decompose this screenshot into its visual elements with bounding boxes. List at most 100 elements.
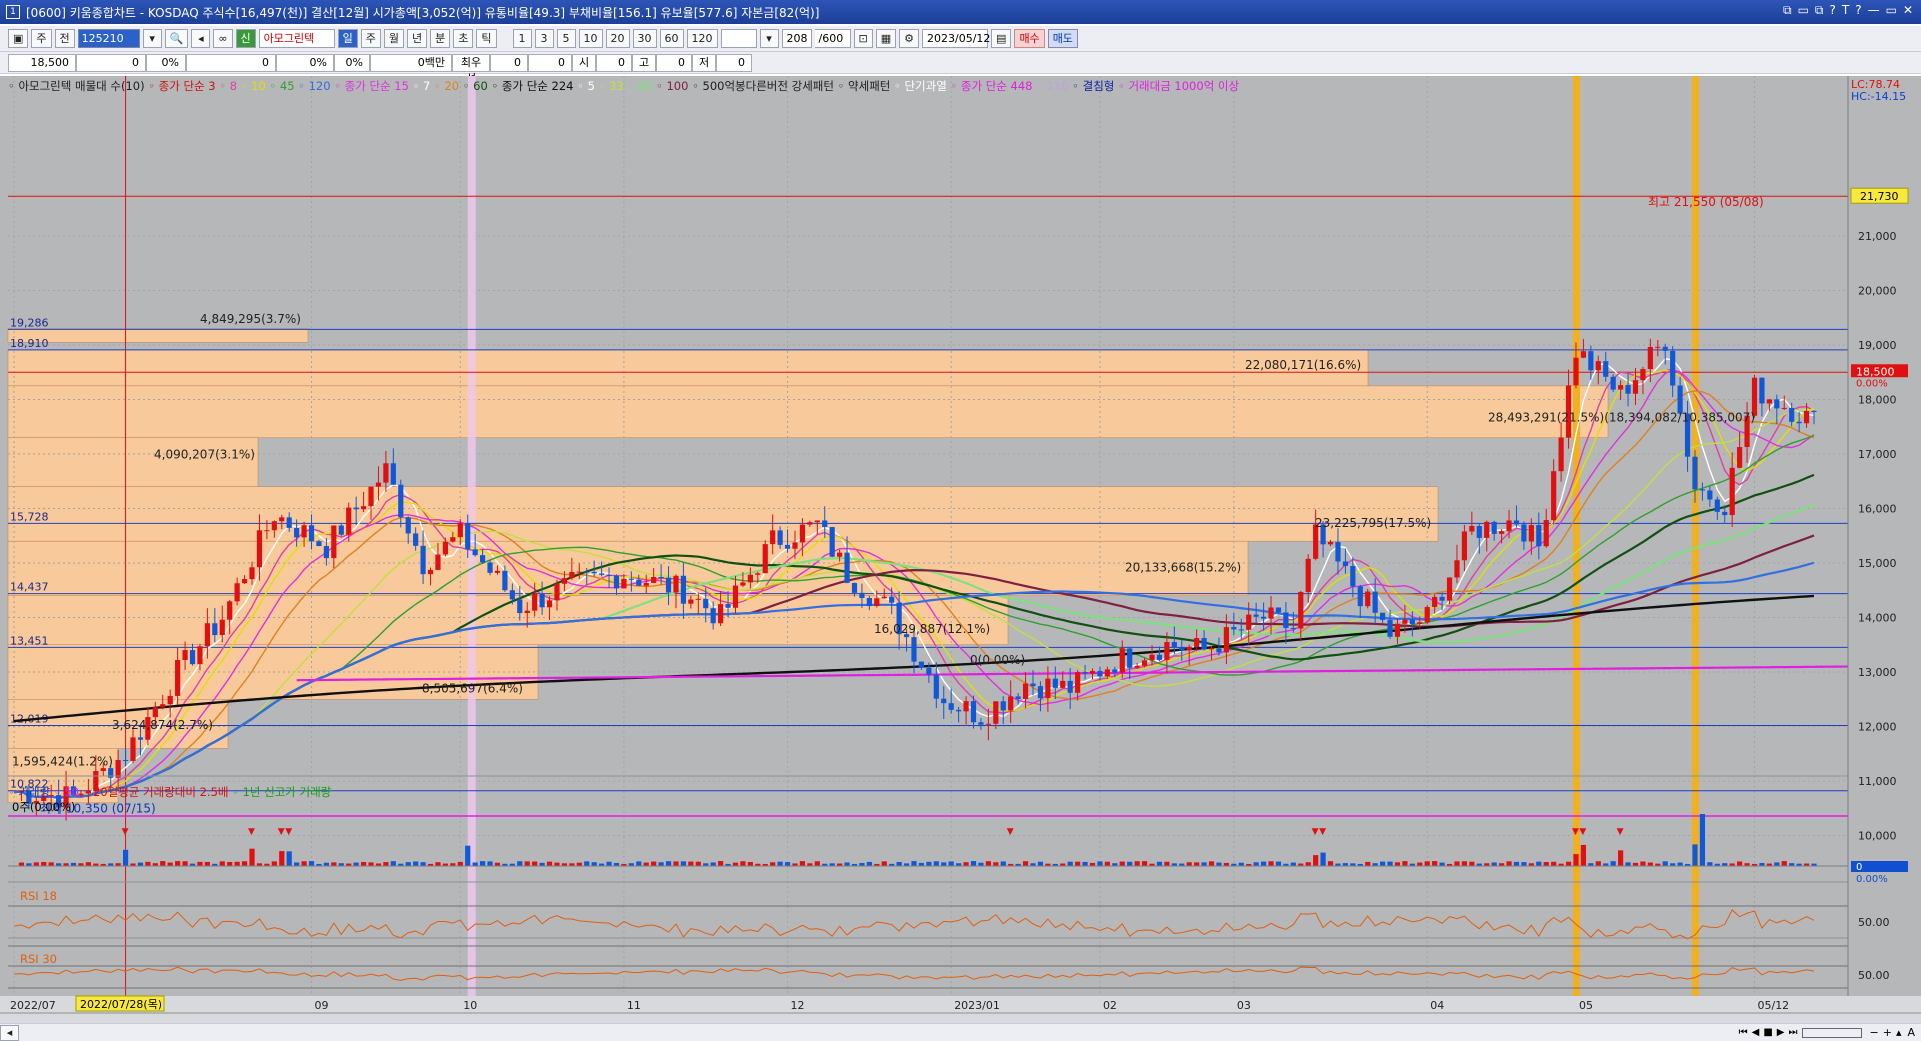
candle-body — [331, 525, 337, 559]
legend-item-9[interactable]: ◦ 60 — [459, 79, 488, 93]
legend-item-13[interactable]: ◦ 80 — [624, 79, 652, 93]
scroll-next-icon[interactable]: ▶ — [1777, 1027, 1785, 1038]
period-week-button[interactable]: 주 — [360, 29, 381, 48]
link-icon[interactable]: ⧉ — [1783, 3, 1792, 18]
interval-30-button[interactable]: 30 — [632, 29, 657, 48]
candlestick-chart[interactable]: 19,28618,91015,72814,43713,45112,01910,8… — [0, 76, 1921, 1023]
legend-item-2[interactable]: ◦ 8 — [216, 79, 237, 93]
scroll-first-icon[interactable]: ⏮ — [1739, 1027, 1748, 1038]
volume-bar — [1379, 861, 1386, 866]
zoom-in-icon[interactable]: + — [1883, 1026, 1892, 1039]
legend-item-1[interactable]: ◦ 종가 단순 3 — [145, 79, 215, 93]
minimize-icon[interactable]: — — [1868, 3, 1880, 18]
close-icon[interactable]: ✕ — [1903, 3, 1913, 18]
volume-legend-item-2[interactable]: ◦ 20일평균 거래량대비 2.5배 — [79, 785, 229, 799]
volume-bar — [1022, 861, 1029, 866]
restore-icon[interactable]: ▭ — [1798, 3, 1809, 18]
interval-1-button[interactable]: 1 — [512, 29, 532, 48]
legend-item-12[interactable]: ◦ 33 — [595, 79, 624, 93]
stock-code-input[interactable]: 125210 — [77, 29, 140, 48]
info-icon[interactable]: ? — [1855, 3, 1861, 18]
legend-item-21[interactable]: ◦ 거래대금 1000억 이상 — [1114, 79, 1239, 93]
legend-item-8[interactable]: ◦ 20 — [430, 79, 459, 93]
legend-item-3[interactable]: ◦ 10 — [237, 79, 266, 93]
legend-item-20[interactable]: ◦ 결침형 — [1069, 79, 1114, 93]
period-second-button[interactable]: 초 — [453, 29, 474, 48]
legend-item-19[interactable]: ◦ 116 — [1032, 79, 1068, 93]
legend-item-5[interactable]: ◦ 120 — [295, 79, 330, 93]
legend-item-14[interactable]: ◦ 100 — [652, 79, 688, 93]
interval-10-button[interactable]: 10 — [578, 29, 603, 48]
candle-body — [725, 604, 731, 608]
candle-body — [777, 530, 783, 545]
window-icon[interactable]: 1 — [6, 5, 20, 19]
candle-body — [1417, 622, 1423, 624]
legend-item-0[interactable]: ◦ 아모그린텍 매물대 수(10) — [8, 79, 145, 93]
sound-icon[interactable]: ◂ — [191, 29, 211, 48]
legend-item-17[interactable]: ◦ 단기과열 — [890, 79, 947, 93]
candle-body — [837, 552, 843, 557]
stock-button[interactable]: 주 — [31, 29, 52, 48]
font-icon[interactable]: T — [1842, 3, 1849, 18]
zoom-icon[interactable]: ⊡ — [853, 29, 873, 48]
maximize-icon[interactable]: ▭ — [1886, 3, 1897, 18]
chart-menu-icon[interactable]: ▣ — [8, 29, 29, 48]
legend-item-10[interactable]: ◦ 종가 단순 224 — [488, 79, 573, 93]
volume-legend-item-3[interactable]: ◦ 1년 신고가 거래량 — [228, 785, 331, 799]
volume-bar — [688, 861, 694, 866]
legend-item-4[interactable]: ◦ 45 — [266, 79, 294, 93]
interval-5-button[interactable]: 5 — [556, 29, 576, 48]
legend-item-16[interactable]: ◦ 약세패턴 — [834, 79, 891, 93]
scroll-last-icon[interactable]: ⏭ — [1789, 1027, 1798, 1038]
legend-item-6[interactable]: ◦ 종가 단순 15 — [331, 79, 409, 93]
legend-item-15[interactable]: ◦ 500억봉다른버전 강세패턴 — [688, 79, 834, 93]
candle-body — [1030, 683, 1036, 687]
period-tick-button[interactable]: 틱 — [476, 29, 497, 48]
volume-bar — [1186, 862, 1192, 866]
period-year-button[interactable]: 년 — [407, 29, 428, 48]
zoom-slider[interactable] — [1801, 1027, 1862, 1038]
volume-legend-item-1[interactable]: ◦ 50 — [50, 785, 79, 799]
stop-icon[interactable]: ■ — [1763, 1027, 1772, 1038]
calendar-icon[interactable]: ▤ — [991, 29, 1012, 48]
interval-60-button[interactable]: 60 — [659, 29, 684, 48]
candle-body — [1506, 520, 1512, 532]
zoom-out-icon[interactable]: − — [1870, 1026, 1879, 1039]
interval-3-button[interactable]: 3 — [534, 29, 554, 48]
legend-item-7[interactable]: ◦ 7 — [409, 79, 431, 93]
save-icon[interactable]: ▦ — [875, 29, 897, 48]
sell-button[interactable]: 매도 — [1047, 29, 1078, 48]
period-day-button[interactable]: 일 — [337, 29, 358, 48]
main-legend[interactable]: ◦ 아모그린텍 매물대 수(10) ◦ 종가 단순 3 ◦ 8 ◦ 10 ◦ 4… — [8, 78, 1239, 94]
font-size-icon[interactable]: A — [1907, 1026, 1915, 1039]
legend-item-11[interactable]: ◦ 5 — [574, 79, 595, 93]
candle-body — [874, 598, 880, 607]
help-icon[interactable]: ? — [1830, 3, 1836, 18]
interval-dropdown-icon[interactable]: ▾ — [759, 29, 779, 48]
period-month-button[interactable]: 월 — [383, 29, 405, 48]
link-chain-icon[interactable]: ∞ — [213, 29, 233, 48]
code-dropdown-icon[interactable]: ▾ — [142, 29, 162, 48]
interval-20-button[interactable]: 20 — [605, 29, 630, 48]
legend-item-18[interactable]: ◦ 종가 단순 448 — [947, 79, 1032, 93]
chart-area[interactable]: 19,286 18,910 15,728 14,437 13,451 12,019 10,8… — [0, 76, 1921, 1023]
date-input[interactable]: 2023/05/12 — [922, 29, 990, 48]
settings-icon[interactable]: ⚙ — [899, 29, 920, 48]
scroll-prev-icon[interactable]: ◀ — [1752, 1027, 1760, 1038]
bottom-scrollbar[interactable]: ◂ ⏮ ◀ ■ ▶ ⏭ − + ▴ A — [0, 1023, 1921, 1041]
all-button[interactable]: 전 — [54, 29, 75, 48]
period-minute-button[interactable]: 분 — [430, 29, 451, 48]
candle-body — [1119, 648, 1125, 673]
interval-input[interactable] — [720, 29, 757, 48]
search-icon[interactable]: 🔍 — [164, 29, 189, 48]
interval-120-button[interactable]: 120 — [686, 29, 718, 48]
rsi18-label[interactable]: RSI 18 — [20, 889, 57, 903]
rsi30-label[interactable]: RSI 30 — [20, 952, 57, 966]
copy-icon[interactable]: ⧉ — [1815, 3, 1824, 18]
up-icon[interactable]: ▴ — [1896, 1026, 1902, 1039]
buy-button[interactable]: 매수 — [1014, 29, 1045, 48]
volume-legend-item-0[interactable]: ◦ 거래량 — [8, 785, 50, 799]
bar-count-input[interactable]: 208 — [781, 29, 812, 48]
volume-legend[interactable]: ◦ 거래량 ◦ 50 ◦ 20일평균 거래량대비 2.5배 ◦ 1년 신고가 거… — [8, 784, 331, 800]
scroll-left-icon[interactable]: ◂ — [0, 1024, 19, 1041]
